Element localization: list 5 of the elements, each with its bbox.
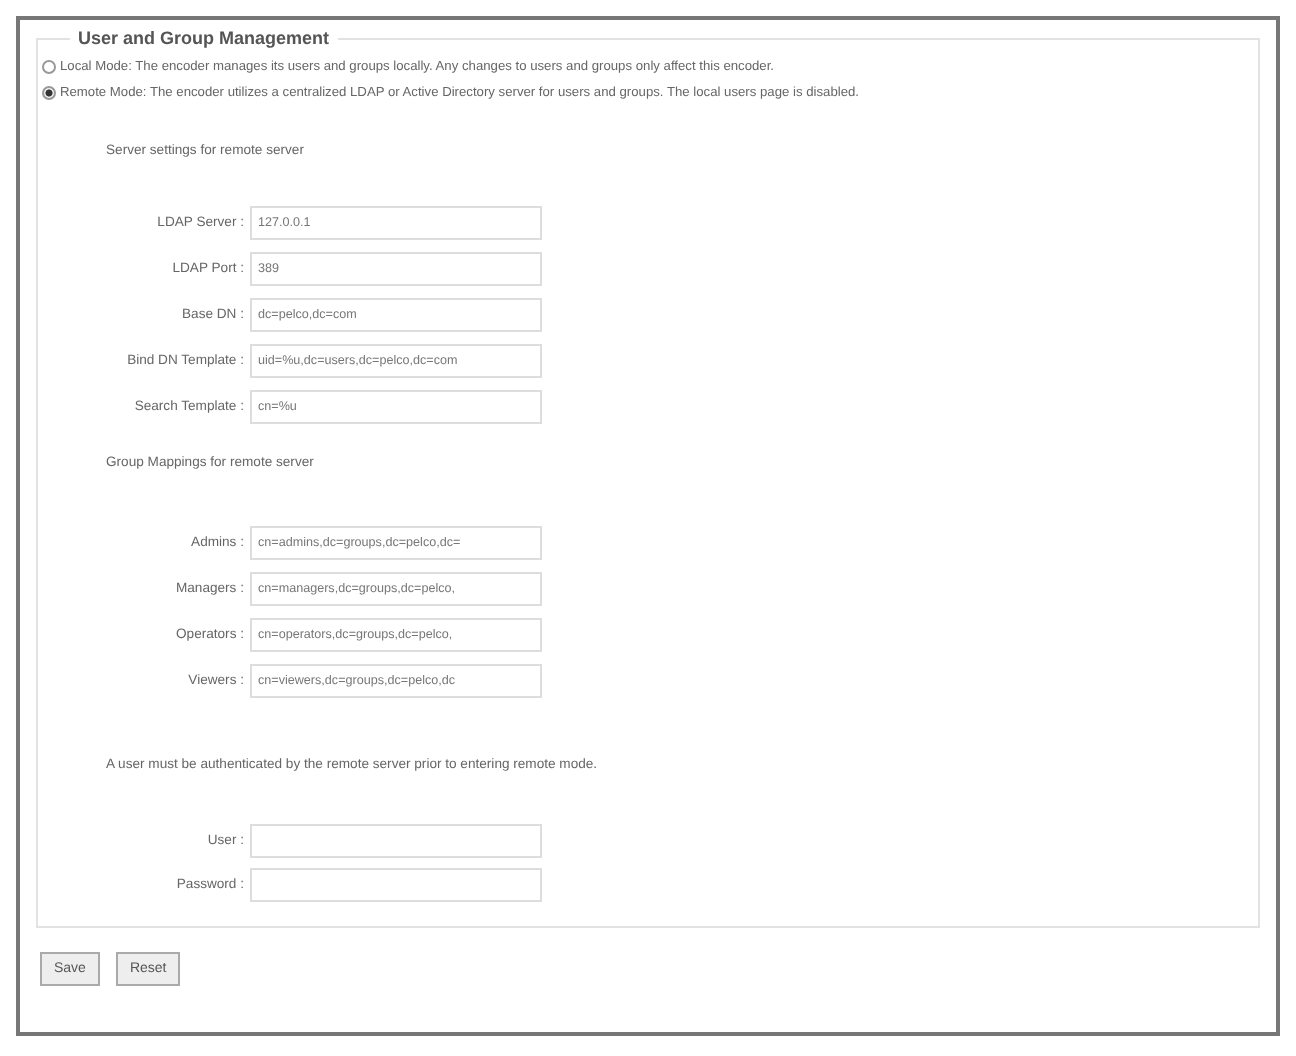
input-field[interactable]: [250, 824, 542, 858]
input-field[interactable]: [250, 868, 542, 902]
radio-button[interactable]: [42, 86, 56, 100]
panel-title: User and Group Management: [76, 28, 332, 48]
radio-button[interactable]: [42, 60, 56, 74]
